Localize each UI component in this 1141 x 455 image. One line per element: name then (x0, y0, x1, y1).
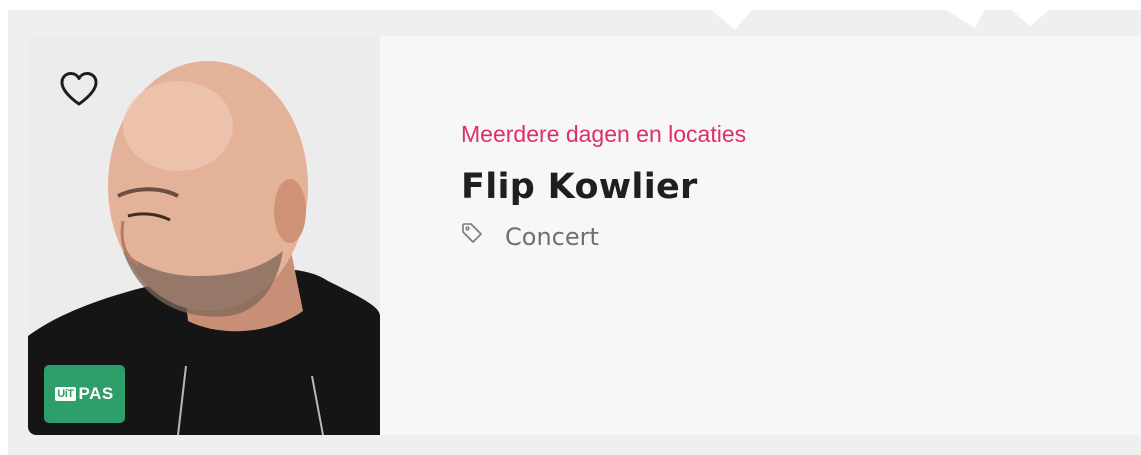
event-card[interactable]: UiT PAS Meerdere dagen en locaties Flip … (28, 36, 1141, 435)
tag-icon (462, 223, 482, 243)
event-image[interactable]: UiT PAS (28, 36, 380, 435)
event-info: Meerdere dagen en locaties Flip Kowlier … (461, 120, 1101, 252)
uitpas-badge: UiT PAS (44, 365, 125, 423)
favorite-button[interactable] (56, 66, 102, 112)
event-tag: Concert (461, 222, 1101, 252)
event-title[interactable]: Flip Kowlier (461, 165, 1101, 209)
event-date-location: Meerdere dagen en locaties (461, 121, 747, 147)
event-category: Concert (505, 223, 599, 251)
heart-outline-icon (60, 72, 98, 106)
uitpas-badge-label: PAS (78, 384, 114, 403)
uitpas-badge-prefix: UiT (55, 387, 76, 401)
